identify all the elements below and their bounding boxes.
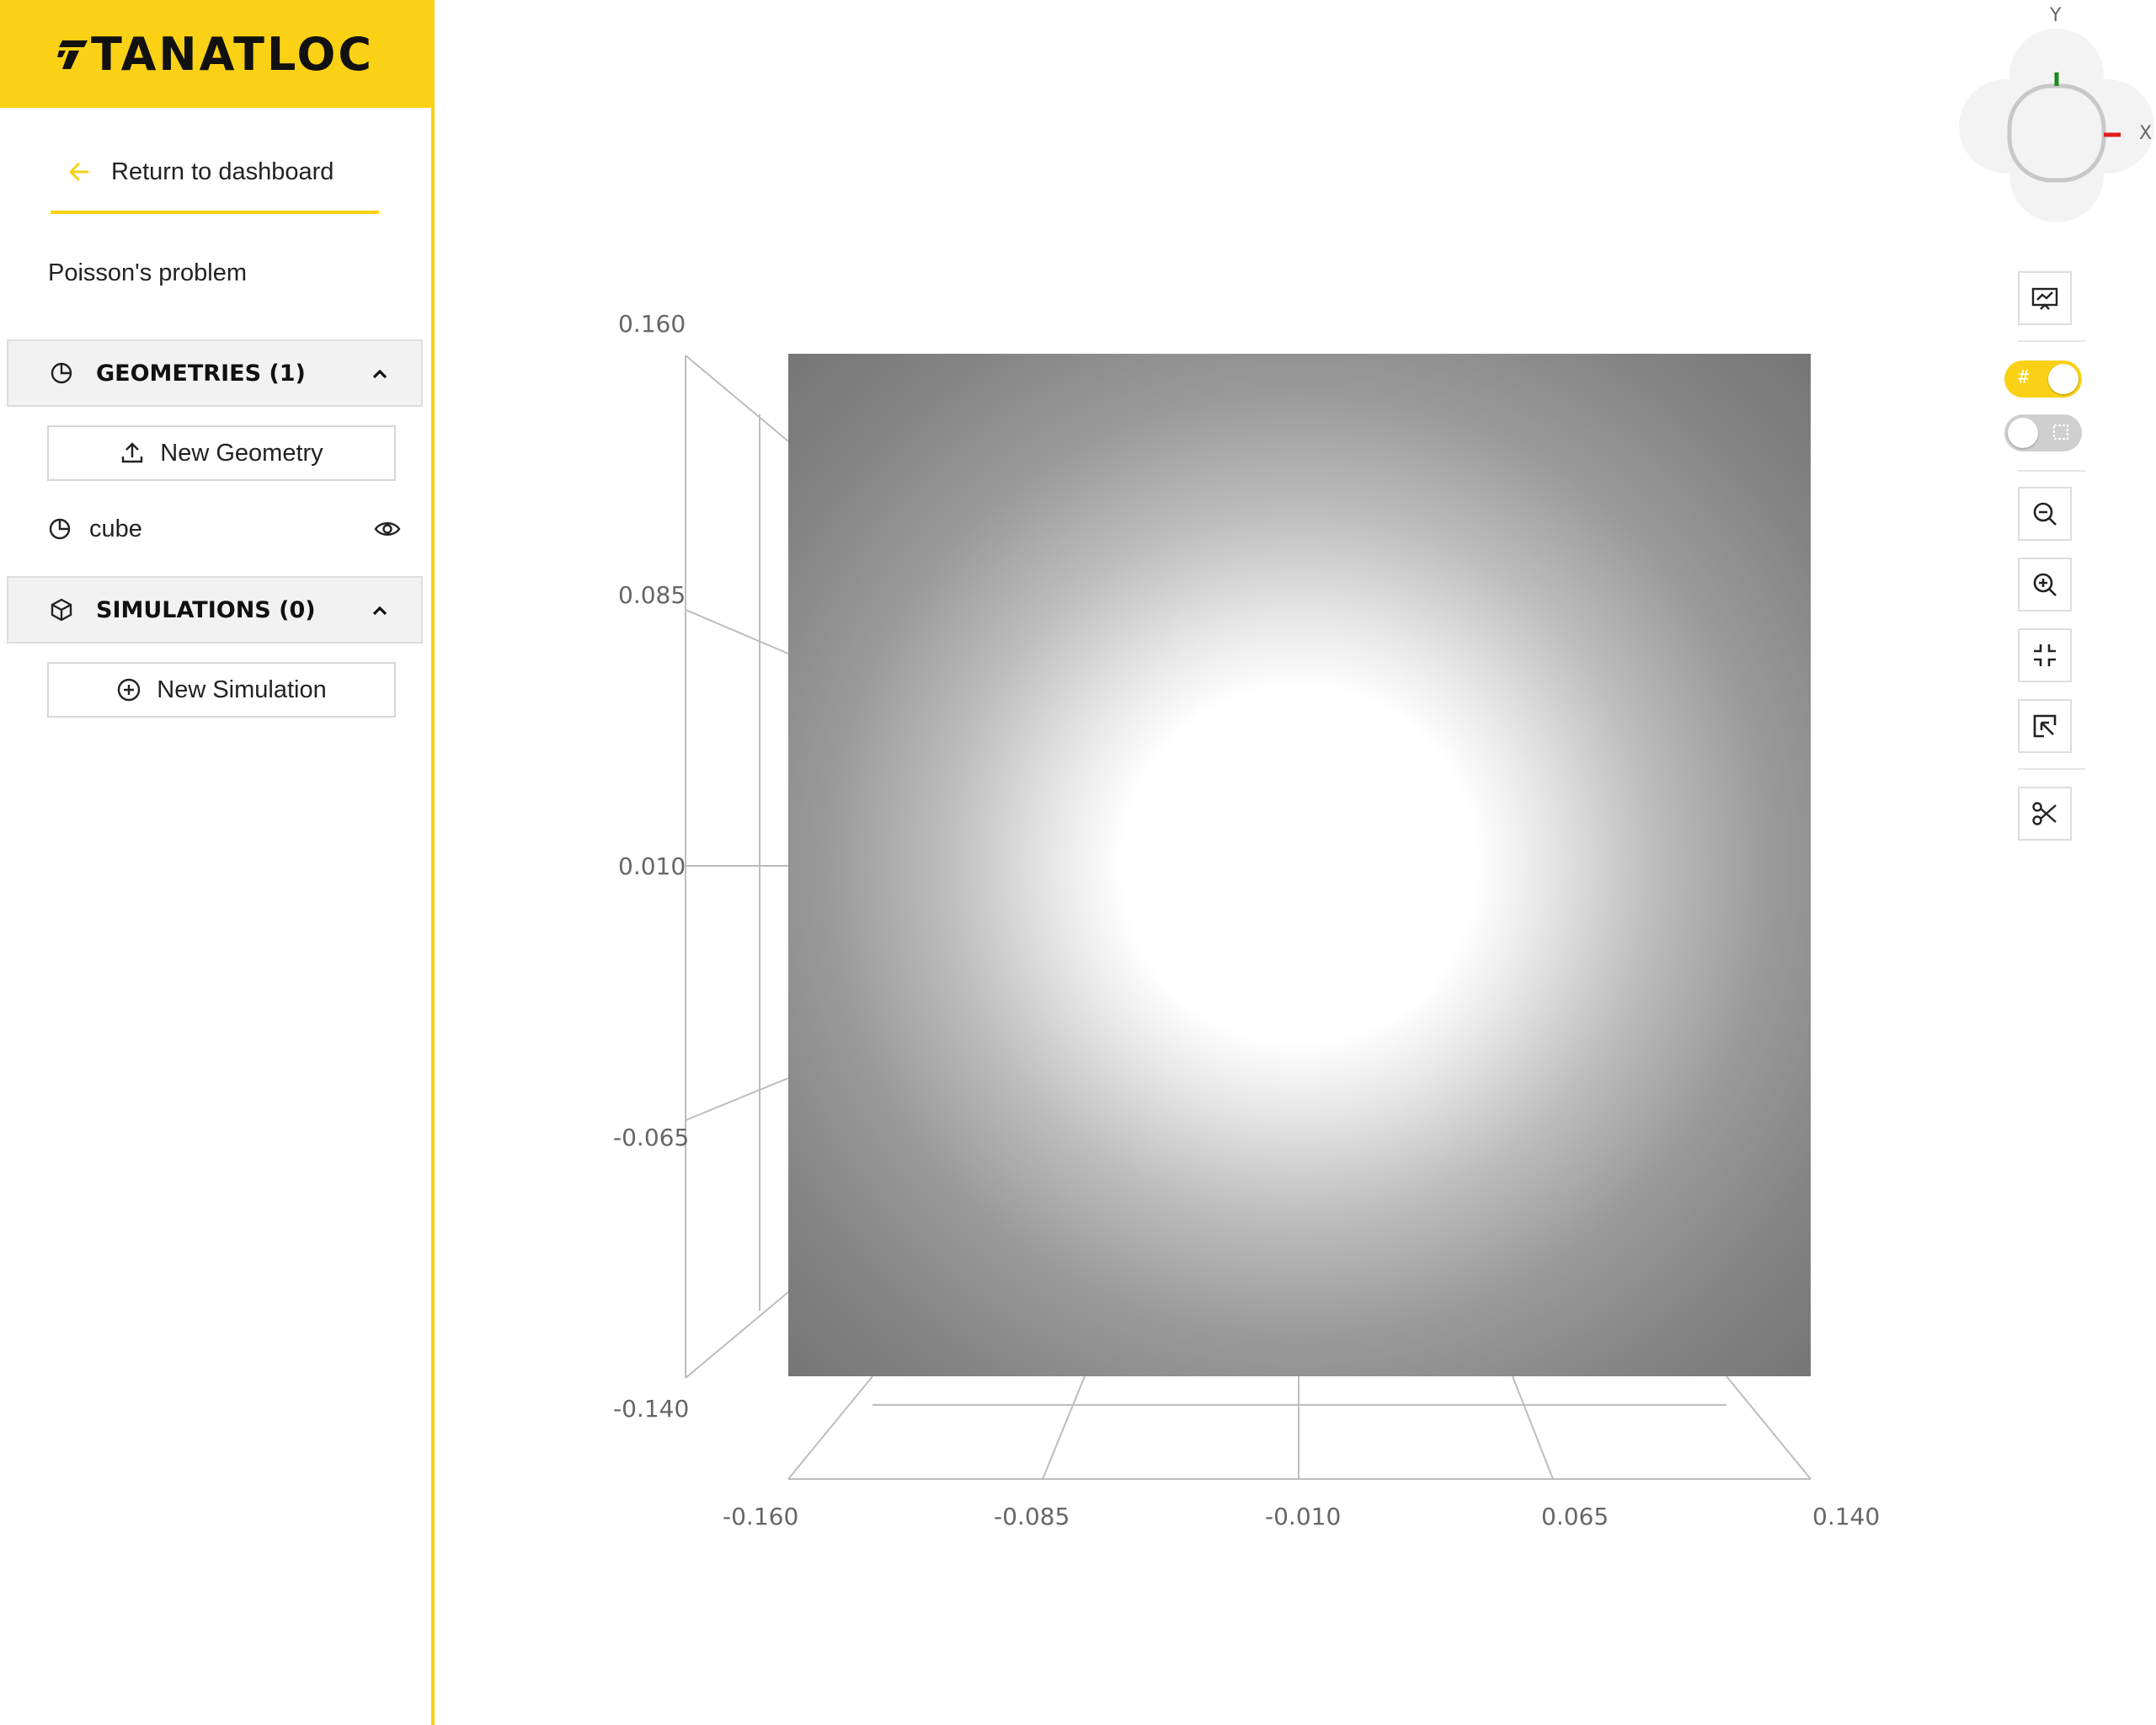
geometry-label: cube bbox=[89, 515, 142, 542]
x-tick-label: -0.160 bbox=[723, 1503, 799, 1530]
zoom-to-fit-icon bbox=[2034, 644, 2056, 666]
eye-icon[interactable] bbox=[374, 515, 401, 542]
zoom-in-icon bbox=[2033, 573, 2057, 596]
screenshot-button[interactable] bbox=[2018, 271, 2072, 325]
3d-viewport[interactable]: 0.160 0.085 0.010 -0.065 -0.140 -0.160 -… bbox=[435, 0, 2156, 1725]
zoom-to-selection-button[interactable] bbox=[2018, 699, 2072, 753]
orientation-gizmo[interactable]: Y X bbox=[1913, 0, 2156, 253]
toolbar-divider bbox=[2018, 768, 2085, 770]
grid-icon: # bbox=[2018, 367, 2030, 388]
zoom-out-button[interactable] bbox=[2018, 487, 2072, 541]
toggle-knob bbox=[2008, 418, 2038, 448]
sidebar: TANATLOC Return to dashboard Poisson's p… bbox=[0, 0, 435, 1725]
scissors-icon bbox=[2032, 802, 2057, 825]
toolbar-divider bbox=[2018, 470, 2085, 472]
chevron-up-icon[interactable] bbox=[369, 363, 391, 385]
logo[interactable]: TANATLOC bbox=[0, 0, 431, 108]
return-to-dashboard-link[interactable]: Return to dashboard bbox=[51, 133, 379, 214]
plus-circle-icon bbox=[118, 678, 141, 702]
chevron-up-icon[interactable] bbox=[369, 600, 391, 622]
transparency-icon bbox=[2053, 425, 2068, 440]
new-geometry-label: New Geometry bbox=[160, 439, 323, 467]
x-tick-label: 0.065 bbox=[1541, 1503, 1609, 1530]
y-tick-label: 0.085 bbox=[618, 581, 686, 609]
grid-toggle[interactable]: # bbox=[2004, 360, 2082, 398]
simulations-section-header[interactable]: SIMULATIONS (0) bbox=[7, 576, 423, 644]
toggle-knob bbox=[2048, 364, 2079, 394]
geometry-item-cube[interactable]: cube bbox=[47, 505, 401, 553]
y-tick-label: 0.160 bbox=[618, 310, 686, 338]
zoom-to-selection-icon bbox=[2033, 714, 2057, 738]
x-tick-label: -0.010 bbox=[1265, 1503, 1342, 1530]
pie-chart-icon bbox=[51, 362, 72, 384]
arrow-left-icon bbox=[69, 163, 89, 181]
y-tick-label: -0.065 bbox=[613, 1124, 690, 1151]
zoom-out-icon bbox=[2033, 502, 2057, 526]
geometry-render[interactable] bbox=[788, 354, 1811, 1376]
geometries-section-header[interactable]: GEOMETRIES (1) bbox=[7, 339, 423, 407]
geometries-title: GEOMETRIES (1) bbox=[96, 360, 306, 387]
logo-mark-icon bbox=[56, 40, 88, 69]
zoom-to-fit-button[interactable] bbox=[2018, 628, 2072, 682]
project-title: Poisson's problem bbox=[48, 259, 248, 286]
toolbar-divider bbox=[2018, 340, 2085, 342]
cube-icon bbox=[51, 598, 72, 622]
gizmo-y-label: Y bbox=[2050, 5, 2062, 26]
return-label: Return to dashboard bbox=[111, 158, 334, 185]
pie-chart-icon bbox=[49, 518, 71, 540]
zoom-in-button[interactable] bbox=[2018, 558, 2072, 611]
y-tick-label: -0.140 bbox=[613, 1395, 690, 1423]
logo-text: TANATLOC bbox=[90, 27, 375, 81]
upload-icon bbox=[122, 442, 143, 463]
simulations-title: SIMULATIONS (0) bbox=[96, 596, 316, 623]
section-cut-button[interactable] bbox=[2018, 787, 2072, 841]
y-tick-label: 0.010 bbox=[618, 852, 686, 880]
x-tick-label: -0.085 bbox=[994, 1503, 1070, 1530]
gizmo-graphic bbox=[1959, 29, 2154, 222]
screenshot-icon bbox=[2031, 287, 2058, 310]
new-simulation-button[interactable]: New Simulation bbox=[47, 662, 396, 718]
gizmo-x-label: X bbox=[2139, 123, 2153, 144]
new-geometry-button[interactable]: New Geometry bbox=[47, 425, 396, 481]
transparency-toggle[interactable] bbox=[2004, 414, 2082, 451]
new-simulation-label: New Simulation bbox=[157, 676, 327, 703]
x-tick-label: 0.140 bbox=[1812, 1503, 1881, 1530]
